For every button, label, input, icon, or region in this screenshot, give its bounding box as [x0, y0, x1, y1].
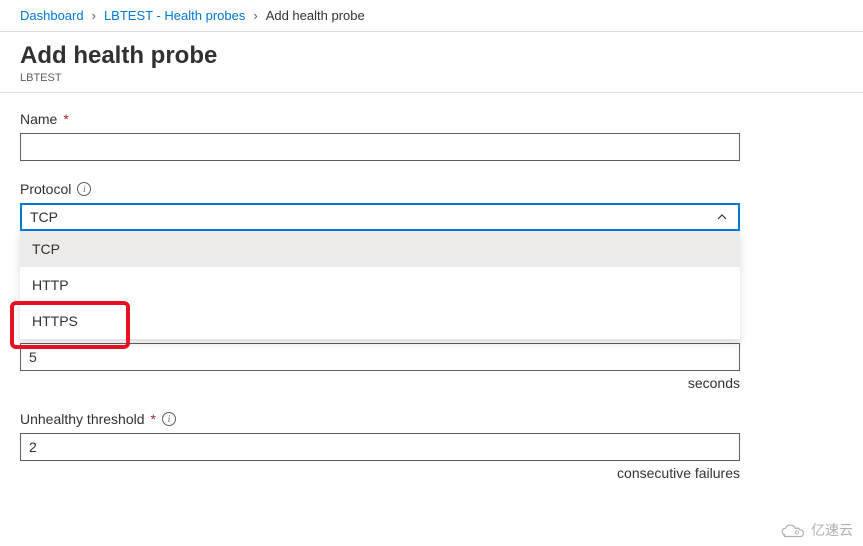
field-name: Name *: [20, 111, 843, 161]
breadcrumb: Dashboard › LBTEST - Health probes › Add…: [0, 0, 863, 32]
chevron-up-icon: [716, 211, 728, 223]
protocol-option-http[interactable]: HTTP: [20, 267, 740, 303]
protocol-select[interactable]: TCP: [20, 203, 740, 231]
watermark: 亿速云: [779, 520, 853, 540]
threshold-label-text: Unhealthy threshold: [20, 411, 145, 427]
page-subtitle: LBTEST: [20, 72, 843, 84]
breadcrumb-dashboard[interactable]: Dashboard: [20, 8, 84, 23]
protocol-label-text: Protocol: [20, 181, 71, 197]
threshold-input[interactable]: [20, 433, 740, 461]
protocol-select-wrap: TCP TCP HTTP HTTPS: [20, 203, 740, 231]
interval-unit: seconds: [20, 375, 740, 391]
chevron-right-icon: ›: [253, 8, 257, 23]
chevron-right-icon: ›: [92, 8, 96, 23]
threshold-label: Unhealthy threshold * i: [20, 411, 843, 427]
threshold-unit: consecutive failures: [20, 465, 740, 481]
info-icon[interactable]: i: [162, 412, 176, 426]
form-body: Name * Protocol i TCP TCP HTTP HTTPS: [0, 93, 863, 519]
protocol-option-https[interactable]: HTTPS: [20, 303, 740, 339]
page-title: Add health probe: [20, 42, 843, 70]
field-threshold: Unhealthy threshold * i consecutive fail…: [20, 411, 843, 481]
breadcrumb-health-probes[interactable]: LBTEST - Health probes: [104, 8, 245, 23]
protocol-label: Protocol i: [20, 181, 843, 197]
required-icon: *: [151, 411, 156, 427]
field-protocol: Protocol i TCP TCP HTTP HTTPS: [20, 181, 843, 231]
interval-input[interactable]: [20, 343, 740, 371]
name-label-text: Name: [20, 111, 57, 127]
cloud-icon: [779, 521, 805, 539]
name-input[interactable]: [20, 133, 740, 161]
protocol-selected-value: TCP: [30, 209, 58, 225]
watermark-text: 亿速云: [811, 520, 853, 540]
page-header: Add health probe LBTEST: [0, 32, 863, 93]
info-icon[interactable]: i: [77, 182, 91, 196]
protocol-option-tcp[interactable]: TCP: [20, 231, 740, 267]
required-icon: *: [63, 111, 68, 127]
protocol-dropdown: TCP HTTP HTTPS: [20, 231, 740, 339]
name-label: Name *: [20, 111, 843, 127]
field-interval: seconds: [20, 343, 843, 391]
breadcrumb-current: Add health probe: [266, 8, 365, 23]
